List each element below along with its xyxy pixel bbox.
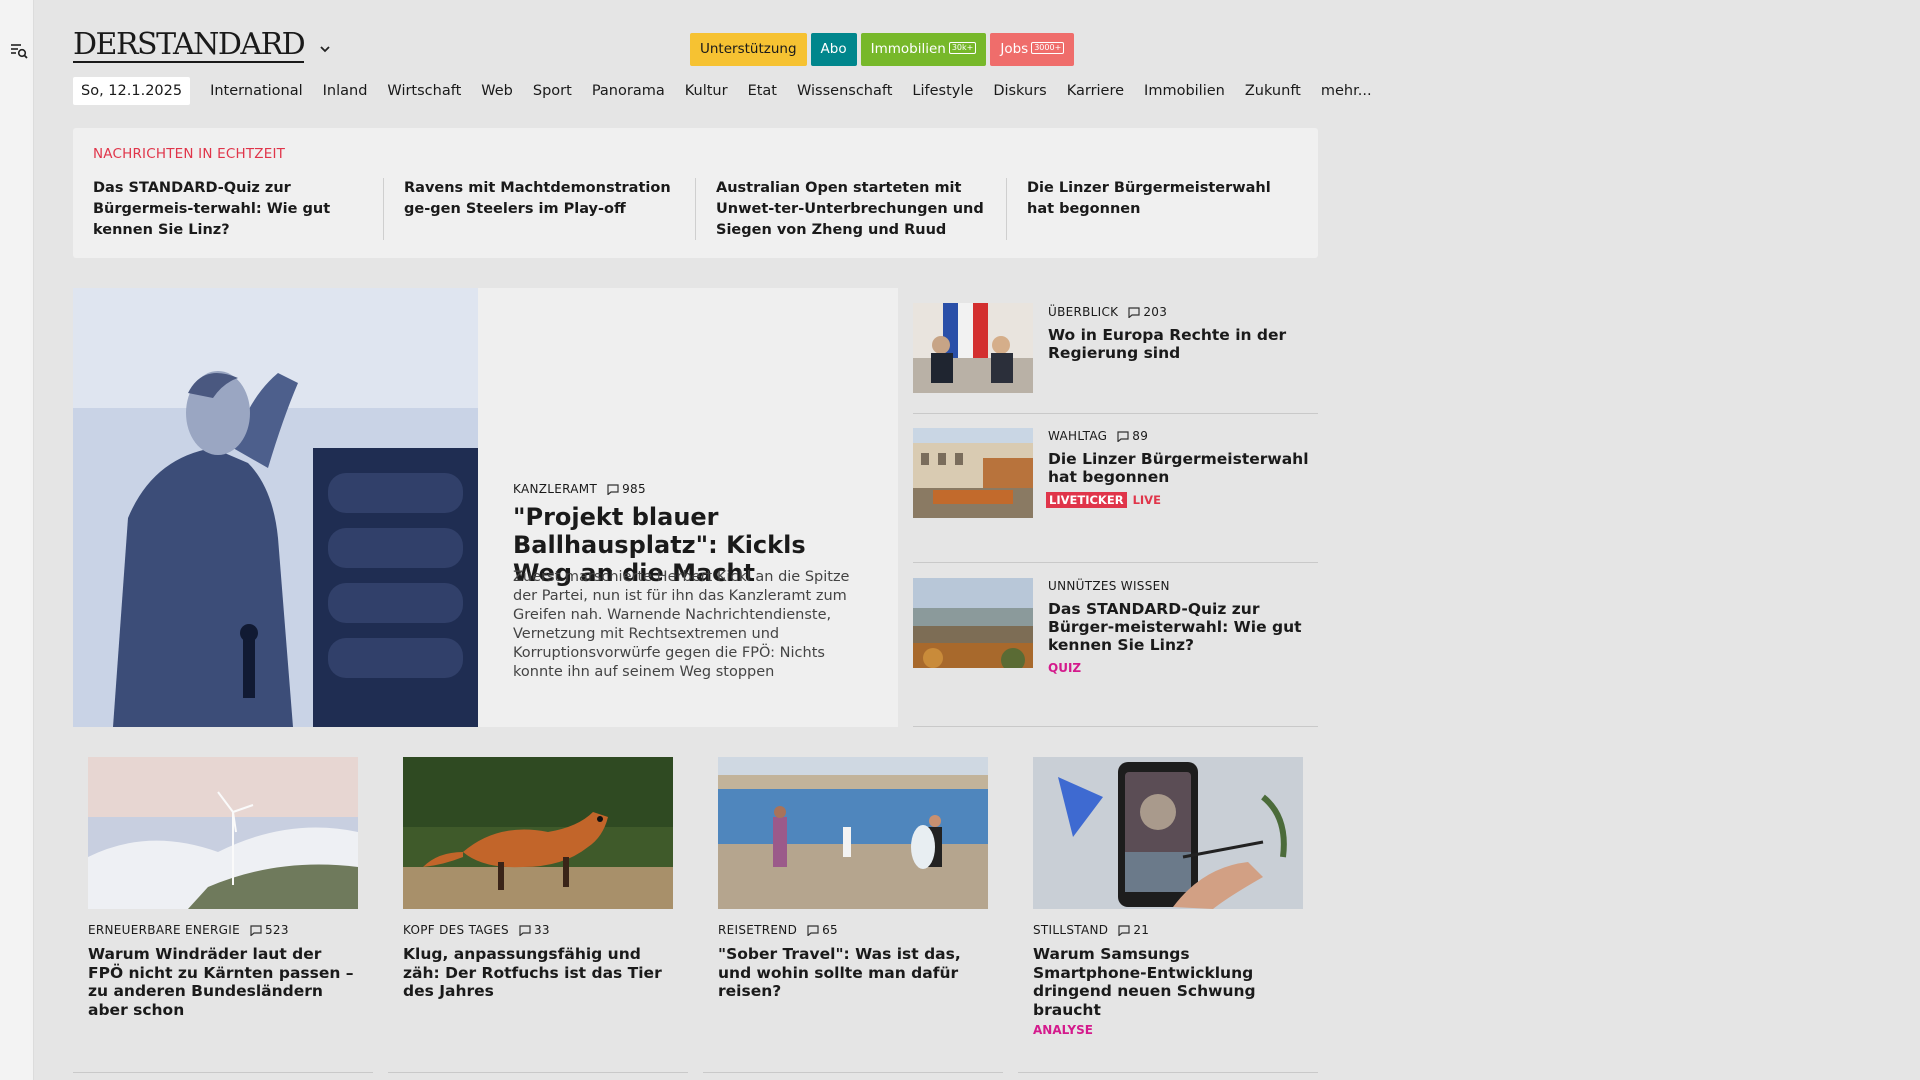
hero-image[interactable] xyxy=(73,288,478,727)
divider xyxy=(1006,178,1007,240)
story-thumbnail[interactable] xyxy=(913,428,1033,518)
nav-karriere[interactable]: Karriere xyxy=(1067,83,1124,99)
hero-teaser: Zuerst marschierte Herbert Kickl an die … xyxy=(513,569,850,680)
card-kicker: ERNEUERBARE ENERGIE 523 xyxy=(88,923,289,937)
left-rail xyxy=(0,0,34,1080)
comment-count[interactable]: 65 xyxy=(807,923,838,937)
comment-icon xyxy=(250,924,262,936)
side-story[interactable]: WAHLTAG 89 Die Linzer Bürgermeisterwahl … xyxy=(913,414,1318,563)
story-thumbnail[interactable] xyxy=(913,578,1033,668)
jobs-count-badge: 3000+ xyxy=(1031,42,1065,54)
side-headline[interactable]: Das STANDARD-Quiz zur Bürger-meisterwahl… xyxy=(1048,600,1313,654)
immobilien-button[interactable]: Immobilien 30k+ xyxy=(860,33,987,66)
card-kicker: STILLSTAND 21 xyxy=(1033,923,1150,937)
story-card[interactable]: REISETREND 65 "Sober Travel": Was ist da… xyxy=(718,757,988,1001)
divider xyxy=(73,1072,373,1073)
card-kicker: REISETREND 65 xyxy=(718,923,838,937)
card-headline[interactable]: Klug, anpassungsfähig und zäh: Der Rotfu… xyxy=(403,945,673,1001)
nav-international[interactable]: International xyxy=(210,83,303,99)
story-image[interactable] xyxy=(1033,757,1303,909)
story-image[interactable] xyxy=(88,757,358,909)
hero-kicker-label: KANZLERAMT xyxy=(513,482,598,496)
nav-immobilien[interactable]: Immobilien xyxy=(1144,83,1225,99)
liveticker-badge: LIVETICKER xyxy=(1046,492,1127,508)
comment-icon xyxy=(1128,306,1140,318)
jobs-button[interactable]: Jobs 3000+ xyxy=(990,33,1075,66)
card-headline[interactable]: "Sober Travel": Was ist das, und wohin s… xyxy=(718,945,988,1001)
abo-button[interactable]: Abo xyxy=(810,33,857,66)
nav-etat[interactable]: Etat xyxy=(748,83,777,99)
comment-count[interactable]: 21 xyxy=(1118,923,1149,937)
hero-kicker: KANZLERAMT 985 xyxy=(513,482,646,496)
analysis-tag: ANALYSE xyxy=(1033,1023,1093,1037)
nav-web[interactable]: Web xyxy=(481,83,513,99)
nav-kultur[interactable]: Kultur xyxy=(685,83,728,99)
search-menu-icon[interactable] xyxy=(10,43,28,59)
side-headline[interactable]: Die Linzer Bürgermeisterwahl hat begonne… xyxy=(1048,450,1313,486)
side-story[interactable]: ÜBERBLICK 203 Wo in Europa Rechte in der… xyxy=(913,288,1318,414)
comment-count[interactable]: 985 xyxy=(607,482,646,496)
live-label: LIVE xyxy=(1132,493,1161,507)
support-button[interactable]: Unterstützung xyxy=(690,33,807,66)
current-date: So, 12.1.2025 xyxy=(73,77,191,105)
card-kicker: KOPF DES TAGES 33 xyxy=(403,923,550,937)
nav-panorama[interactable]: Panorama xyxy=(592,83,665,99)
live-news-item[interactable]: Ravens mit Machtdemonstration ge-gen Ste… xyxy=(404,178,704,220)
side-kicker: ÜBERBLICK 203 xyxy=(1048,305,1168,319)
card-headline[interactable]: Warum Samsungs Smartphone-Entwicklung dr… xyxy=(1033,945,1303,1019)
quiz-tag: QUIZ xyxy=(1048,661,1082,675)
side-kicker: WAHLTAG 89 xyxy=(1048,429,1149,443)
header-pills: Unterstützung Abo Immobilien 30k+ Jobs 300… xyxy=(690,33,1075,66)
divider xyxy=(388,1072,688,1073)
divider xyxy=(1018,1072,1318,1073)
comment-count[interactable]: 523 xyxy=(250,923,289,937)
story-card[interactable]: KOPF DES TAGES 33 Klug, anpassungsfähig … xyxy=(403,757,673,1001)
divider xyxy=(695,178,696,240)
comment-icon xyxy=(607,483,619,495)
chevron-down-icon[interactable] xyxy=(319,43,331,55)
comment-icon xyxy=(1118,924,1130,936)
story-image[interactable] xyxy=(718,757,988,909)
story-thumbnail[interactable] xyxy=(913,303,1033,393)
live-news-item[interactable]: Das STANDARD-Quiz zur Bürgermeis-terwahl… xyxy=(93,178,393,241)
live-ticker-tag: LIVETICKER LIVE xyxy=(1046,492,1161,508)
live-news-box: NACHRICHTEN IN ECHTZEIT Das STANDARD-Qui… xyxy=(73,128,1318,258)
story-card[interactable]: ERNEUERBARE ENERGIE 523 Warum Windräder … xyxy=(88,757,358,1019)
nav-lifestyle[interactable]: Lifestyle xyxy=(912,83,973,99)
comment-icon xyxy=(807,924,819,936)
live-news-item[interactable]: Die Linzer Bürgermeisterwahl hat begonne… xyxy=(1027,178,1297,220)
comment-count[interactable]: 89 xyxy=(1117,429,1148,443)
nav-wissenschaft[interactable]: Wissenschaft xyxy=(797,83,892,99)
live-news-item[interactable]: Australian Open starteten mit Unwet-ter-… xyxy=(716,178,1016,241)
story-image[interactable] xyxy=(403,757,673,909)
live-news-title: NACHRICHTEN IN ECHTZEIT xyxy=(93,146,286,162)
side-headline[interactable]: Wo in Europa Rechte in der Regierung sin… xyxy=(1048,326,1313,362)
nav-more[interactable]: mehr... xyxy=(1321,83,1372,99)
divider xyxy=(383,178,384,240)
side-story[interactable]: UNNÜTZES WISSEN Das STANDARD-Quiz zur Bü… xyxy=(913,563,1318,727)
nav-inland[interactable]: Inland xyxy=(323,83,368,99)
divider xyxy=(703,1072,1003,1073)
nav-diskurs[interactable]: Diskurs xyxy=(993,83,1046,99)
site-logo[interactable]: DERSTANDARD xyxy=(73,30,306,63)
immobilien-count-badge: 30k+ xyxy=(948,42,977,54)
comment-count[interactable]: 33 xyxy=(519,923,550,937)
nav-sport[interactable]: Sport xyxy=(533,83,572,99)
comment-icon xyxy=(1117,430,1129,442)
comment-icon xyxy=(519,924,531,936)
hero-story[interactable]: KANZLERAMT 985 "Projekt blauer Ballhausp… xyxy=(73,288,898,727)
nav-wirtschaft[interactable]: Wirtschaft xyxy=(387,83,461,99)
card-headline[interactable]: Warum Windräder laut der FPÖ nicht zu Kä… xyxy=(88,945,358,1019)
section-nav: So, 12.1.2025 International Inland Wirts… xyxy=(73,77,1392,105)
nav-zukunft[interactable]: Zukunft xyxy=(1245,83,1301,99)
comment-count[interactable]: 203 xyxy=(1128,305,1167,319)
story-card[interactable]: STILLSTAND 21 Warum Samsungs Smartphone-… xyxy=(1033,757,1303,1037)
side-kicker: UNNÜTZES WISSEN xyxy=(1048,579,1170,593)
